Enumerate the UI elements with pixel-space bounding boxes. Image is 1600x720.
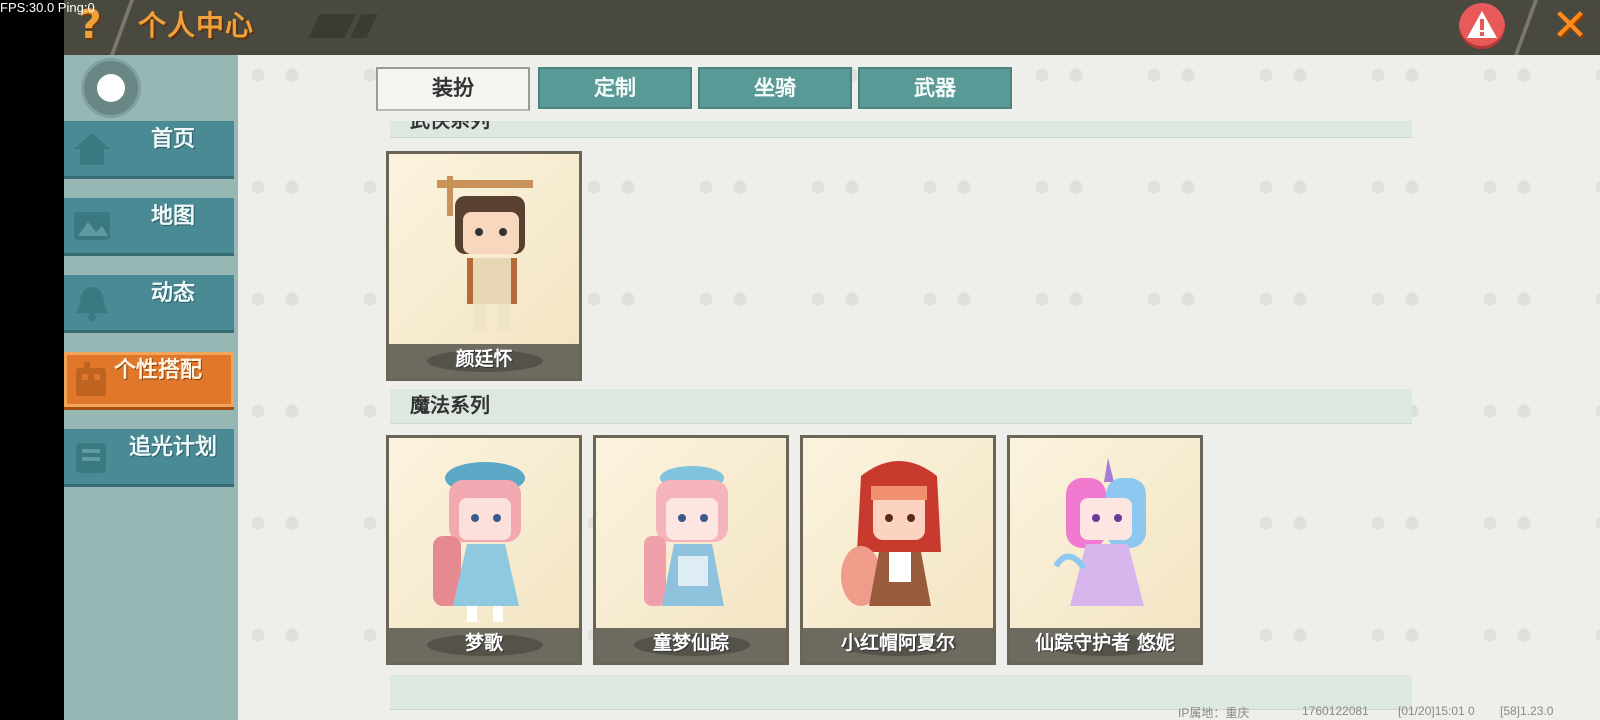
sidebar-item-label: 个性搭配 xyxy=(114,358,203,383)
page-title: 个人中心 xyxy=(138,9,255,42)
costume-name: 童梦仙踪 xyxy=(652,632,729,654)
section-header: 魔法系列 xyxy=(390,389,1412,424)
status-footer: IP属地：重庆 1760122081 [01/20]15:01 0 [58]1.… xyxy=(64,702,1600,720)
tab-outfit[interactable]: 装扮 xyxy=(376,67,530,111)
decoration xyxy=(308,14,356,38)
close-icon[interactable]: ✕ xyxy=(1548,2,1592,50)
divider xyxy=(109,0,135,55)
version: [58]1.23.0 xyxy=(1500,704,1554,718)
section-title: 魔法系列 xyxy=(410,393,490,417)
report-icon[interactable] xyxy=(1459,3,1505,49)
sidebar-item-label: 首页 xyxy=(150,127,195,152)
costume-card[interactable]: 仙踪守护者 悠妮 xyxy=(1007,435,1203,665)
costume-name: 小红帽阿夏尔 xyxy=(840,632,955,654)
sidebar-item-outfit[interactable]: 个性搭配 xyxy=(64,352,234,410)
character-figure xyxy=(1053,458,1146,606)
tab-weapon[interactable]: 武器 xyxy=(858,67,1012,109)
character-figure xyxy=(437,176,533,332)
tab-mount[interactable]: 坐骑 xyxy=(698,67,852,109)
user-id: 1760122081 xyxy=(1302,704,1369,718)
bell-icon xyxy=(76,287,108,321)
timestamp: [01/20]15:01 0 xyxy=(1398,704,1475,718)
divider xyxy=(1513,0,1539,55)
costume-name: 仙踪守护者 悠妮 xyxy=(1035,632,1175,654)
map-icon xyxy=(74,212,110,240)
fps-readout: FPS:30.0 Ping:0 xyxy=(0,0,95,15)
avatar-dot xyxy=(97,74,125,102)
costume-card[interactable]: 颜廷怀 xyxy=(386,151,582,381)
ip-location: IP属地：重庆 xyxy=(1178,706,1250,720)
decoration xyxy=(350,14,378,38)
content-area: 装扮 定制 坐骑 武器 武侠系列 颜廷怀 魔法系列 梦歌 童梦仙踪 小红帽阿夏尔… xyxy=(238,55,1600,720)
sidebar-item-label: 动态 xyxy=(150,281,195,306)
top-bar: ? 个人中心 ✕ xyxy=(64,0,1600,55)
sidebar-item-map[interactable]: 地图 xyxy=(64,198,234,256)
app-window: ? 个人中心 ✕ 首页 地图 动态 个性搭配 追光计划 装扮 定制 坐骑 武器 … xyxy=(64,0,1600,720)
character-figure xyxy=(433,462,525,622)
avatar[interactable] xyxy=(84,61,164,117)
home-icon xyxy=(74,133,110,165)
wardrobe-icon xyxy=(76,362,106,396)
costume-card[interactable]: 童梦仙踪 xyxy=(593,435,789,665)
sidebar: 首页 地图 动态 个性搭配 追光计划 xyxy=(64,55,238,720)
costume-card[interactable]: 梦歌 xyxy=(386,435,582,665)
sidebar-item-plan[interactable]: 追光计划 xyxy=(64,429,234,487)
character-figure xyxy=(841,461,941,606)
sidebar-item-label: 追光计划 xyxy=(128,435,217,460)
costume-name: 梦歌 xyxy=(464,632,503,654)
sidebar-item-home[interactable]: 首页 xyxy=(64,121,234,179)
plan-icon xyxy=(76,443,106,473)
costume-name: 颜廷怀 xyxy=(455,348,513,370)
sidebar-item-feed[interactable]: 动态 xyxy=(64,275,234,333)
sidebar-item-label: 地图 xyxy=(150,204,195,229)
costume-card[interactable]: 小红帽阿夏尔 xyxy=(800,435,996,665)
character-figure xyxy=(644,466,728,606)
tab-custom[interactable]: 定制 xyxy=(538,67,692,109)
